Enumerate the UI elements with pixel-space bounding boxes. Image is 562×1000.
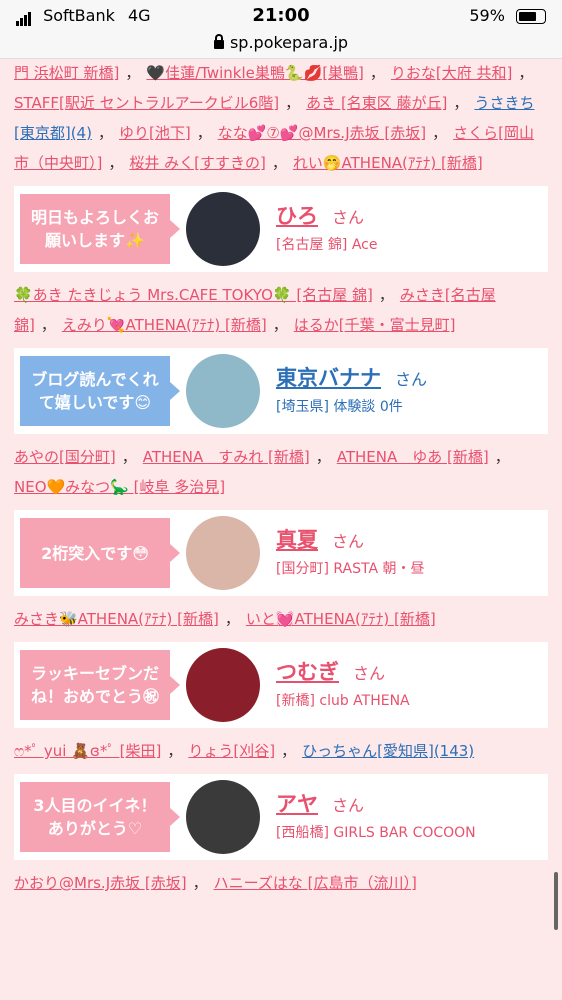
status-bar: SoftBank 4G 21:00 59% <box>0 0 562 32</box>
user-subtitle: [埼玉県] 体験談 0件 <box>276 399 403 415</box>
separator: ， <box>167 742 183 760</box>
user-info: ひろ さん [名古屋 錦] Ace <box>276 200 377 254</box>
separator: ， <box>125 64 141 82</box>
user-link[interactable]: れい🤭ATHENA(ｱﾃﾅ) [新橋] <box>293 154 483 172</box>
user-link[interactable]: STAFF[駅近 セントラルアークビル6階] <box>14 94 279 112</box>
url-bar[interactable]: sp.pokepara.jp <box>0 32 562 59</box>
avatar[interactable] <box>186 780 260 854</box>
message-bubble: 明日もよろしくお願いします✨ <box>20 194 180 264</box>
user-subtitle: [新橋] club ATHENA <box>276 693 410 709</box>
message-bubble: ラッキーセブンだね！おめでとう㊗ <box>20 650 180 720</box>
user-info: アヤ さん [西船橋] GIRLS BAR COCOON <box>276 788 476 842</box>
user-link[interactable]: ひっちゃん[愛知県](143) <box>302 742 474 760</box>
link-list-6: かおり@Mrs.J赤坂 [赤坂] ， ハニーズはな [広島市（流川）] <box>0 868 562 898</box>
separator: ， <box>285 94 301 112</box>
user-subtitle: [国分町] RASTA 朝・昼 <box>276 561 425 577</box>
avatar[interactable] <box>186 192 260 266</box>
separator: ， <box>432 124 448 142</box>
user-info: 真夏 さん [国分町] RASTA 朝・昼 <box>276 524 425 578</box>
user-link[interactable]: りおな[大府 共和] <box>391 64 512 82</box>
separator: ， <box>518 64 534 82</box>
lock-icon <box>213 34 224 49</box>
user-link[interactable]: あき [名東区 藤が丘] <box>306 94 447 112</box>
user-link[interactable]: ハニーズはな [広島市（流川）] <box>214 874 417 892</box>
user-link[interactable]: かおり@Mrs.J赤坂 [赤坂] <box>14 874 187 892</box>
user-link[interactable]: はるか[千葉・富士見町] <box>294 316 456 334</box>
honorific: さん <box>353 664 386 683</box>
separator: ， <box>271 154 287 172</box>
user-subtitle: [西船橋] GIRLS BAR COCOON <box>276 825 476 841</box>
separator: ， <box>192 874 208 892</box>
message-bubble: 3人目のイイネ！ありがとう♡ <box>20 782 180 852</box>
user-link[interactable]: えみり💘ATHENA(ｱﾃﾅ) [新橋] <box>62 316 267 334</box>
user-name-link[interactable]: ひろ <box>276 204 318 228</box>
user-link[interactable]: ෆ*ﾟ yui 🧸ɞ*ﾟ [柴田] <box>14 742 161 760</box>
battery-icon <box>516 9 546 24</box>
user-link[interactable]: 門 浜松町 新橋] <box>14 64 119 82</box>
separator: ， <box>97 124 113 142</box>
separator: ， <box>272 316 288 334</box>
scrollbar[interactable] <box>554 872 558 930</box>
url-text: sp.pokepara.jp <box>229 33 349 52</box>
separator: ， <box>281 742 297 760</box>
separator: ， <box>315 448 331 466</box>
separator: ， <box>494 448 510 466</box>
user-link[interactable]: ゆり[池下] <box>119 124 191 142</box>
like-card[interactable]: ブログ読んでくれて嬉しいです😊 東京バナナ さん [埼玉県] 体験談 0件 <box>14 348 548 434</box>
avatar[interactable] <box>186 354 260 428</box>
link-list-2: 🍀あき たきじょう Mrs.CAFE TOKYO🍀 [名古屋 錦]，みさき[名古… <box>0 280 562 340</box>
like-card[interactable]: 明日もよろしくお願いします✨ ひろ さん [名古屋 錦] Ace <box>14 186 548 272</box>
separator: ， <box>453 94 469 112</box>
separator: ， <box>224 610 240 628</box>
user-link[interactable]: なな💕⑦💕@Mrs.J赤坂 [赤坂] <box>218 124 426 142</box>
user-link[interactable]: いと💓ATHENA(ｱﾃﾅ) [新橋] <box>246 610 436 628</box>
battery-percent: 59% <box>469 6 505 25</box>
user-link[interactable]: ATHENA ゆあ [新橋] <box>337 448 489 466</box>
battery-area: 59% <box>469 6 546 25</box>
avatar[interactable] <box>186 516 260 590</box>
user-link[interactable]: 🖤佳蓮/Twinkle巣鴨🐍💋[巣鴨] <box>146 64 364 82</box>
link-list-5: ෆ*ﾟ yui 🧸ɞ*ﾟ [柴田] ， りょう[刈谷] ， ひっちゃん[愛知県](143… <box>0 736 562 766</box>
message-bubble: 2桁突入です😳 <box>20 518 180 588</box>
content: 門 浜松町 新橋] ， 🖤佳蓮/Twinkle巣鴨🐍💋[巣鴨] ， りおな[大府 共和]… <box>0 58 562 898</box>
link-list-1: 門 浜松町 新橋] ， 🖤佳蓮/Twinkle巣鴨🐍💋[巣鴨] ， りおな[大府 共和]… <box>0 58 562 178</box>
like-card[interactable]: 3人目のイイネ！ありがとう♡ アヤ さん [西船橋] GIRLS BAR COCOON <box>14 774 548 860</box>
separator: ， <box>196 124 212 142</box>
user-link[interactable]: ATHENA すみれ [新橋] <box>143 448 310 466</box>
like-card[interactable]: ラッキーセブンだね！おめでとう㊗ つむぎ さん [新橋] club ATHENA <box>14 642 548 728</box>
user-link[interactable]: 🍀あき たきじょう Mrs.CAFE TOKYO🍀 [名古屋 錦] <box>14 286 373 304</box>
separator: ， <box>121 448 137 466</box>
separator: ， <box>40 316 56 334</box>
user-subtitle: [名古屋 錦] Ace <box>276 237 378 253</box>
honorific: さん <box>332 532 365 551</box>
avatar[interactable] <box>186 648 260 722</box>
separator: ， <box>378 286 394 304</box>
user-name-link[interactable]: つむぎ <box>276 660 339 684</box>
honorific: さん <box>395 370 428 389</box>
like-card[interactable]: 2桁突入です😳 真夏 さん [国分町] RASTA 朝・昼 <box>14 510 548 596</box>
link-list-3: あやの[国分町] ， ATHENA すみれ [新橋] ， ATHENA ゆあ [新橋] ，… <box>0 442 562 502</box>
separator: ， <box>369 64 385 82</box>
user-link[interactable]: 桜井 みく[すすきの] <box>129 154 265 172</box>
user-name-link[interactable]: アヤ <box>276 792 318 816</box>
user-info: 東京バナナ さん [埼玉県] 体験談 0件 <box>276 362 427 416</box>
user-info: つむぎ さん [新橋] club ATHENA <box>276 656 410 710</box>
user-link[interactable]: NEO🧡みなつ🦕 [岐阜 多治見] <box>14 478 225 496</box>
link-list-4: みさき🐝ATHENA(ｱﾃﾅ) [新橋] ， いと💓ATHENA(ｱﾃﾅ) [新橋] <box>0 604 562 634</box>
message-bubble: ブログ読んでくれて嬉しいです😊 <box>20 356 180 426</box>
user-name-link[interactable]: 東京バナナ <box>276 366 381 390</box>
user-link[interactable]: あやの[国分町] <box>14 448 116 466</box>
user-link[interactable]: みさき🐝ATHENA(ｱﾃﾅ) [新橋] <box>14 610 219 628</box>
separator: ， <box>108 154 124 172</box>
user-link[interactable]: りょう[刈谷] <box>188 742 275 760</box>
user-name-link[interactable]: 真夏 <box>276 528 318 552</box>
honorific: さん <box>332 796 365 815</box>
honorific: さん <box>332 208 365 227</box>
